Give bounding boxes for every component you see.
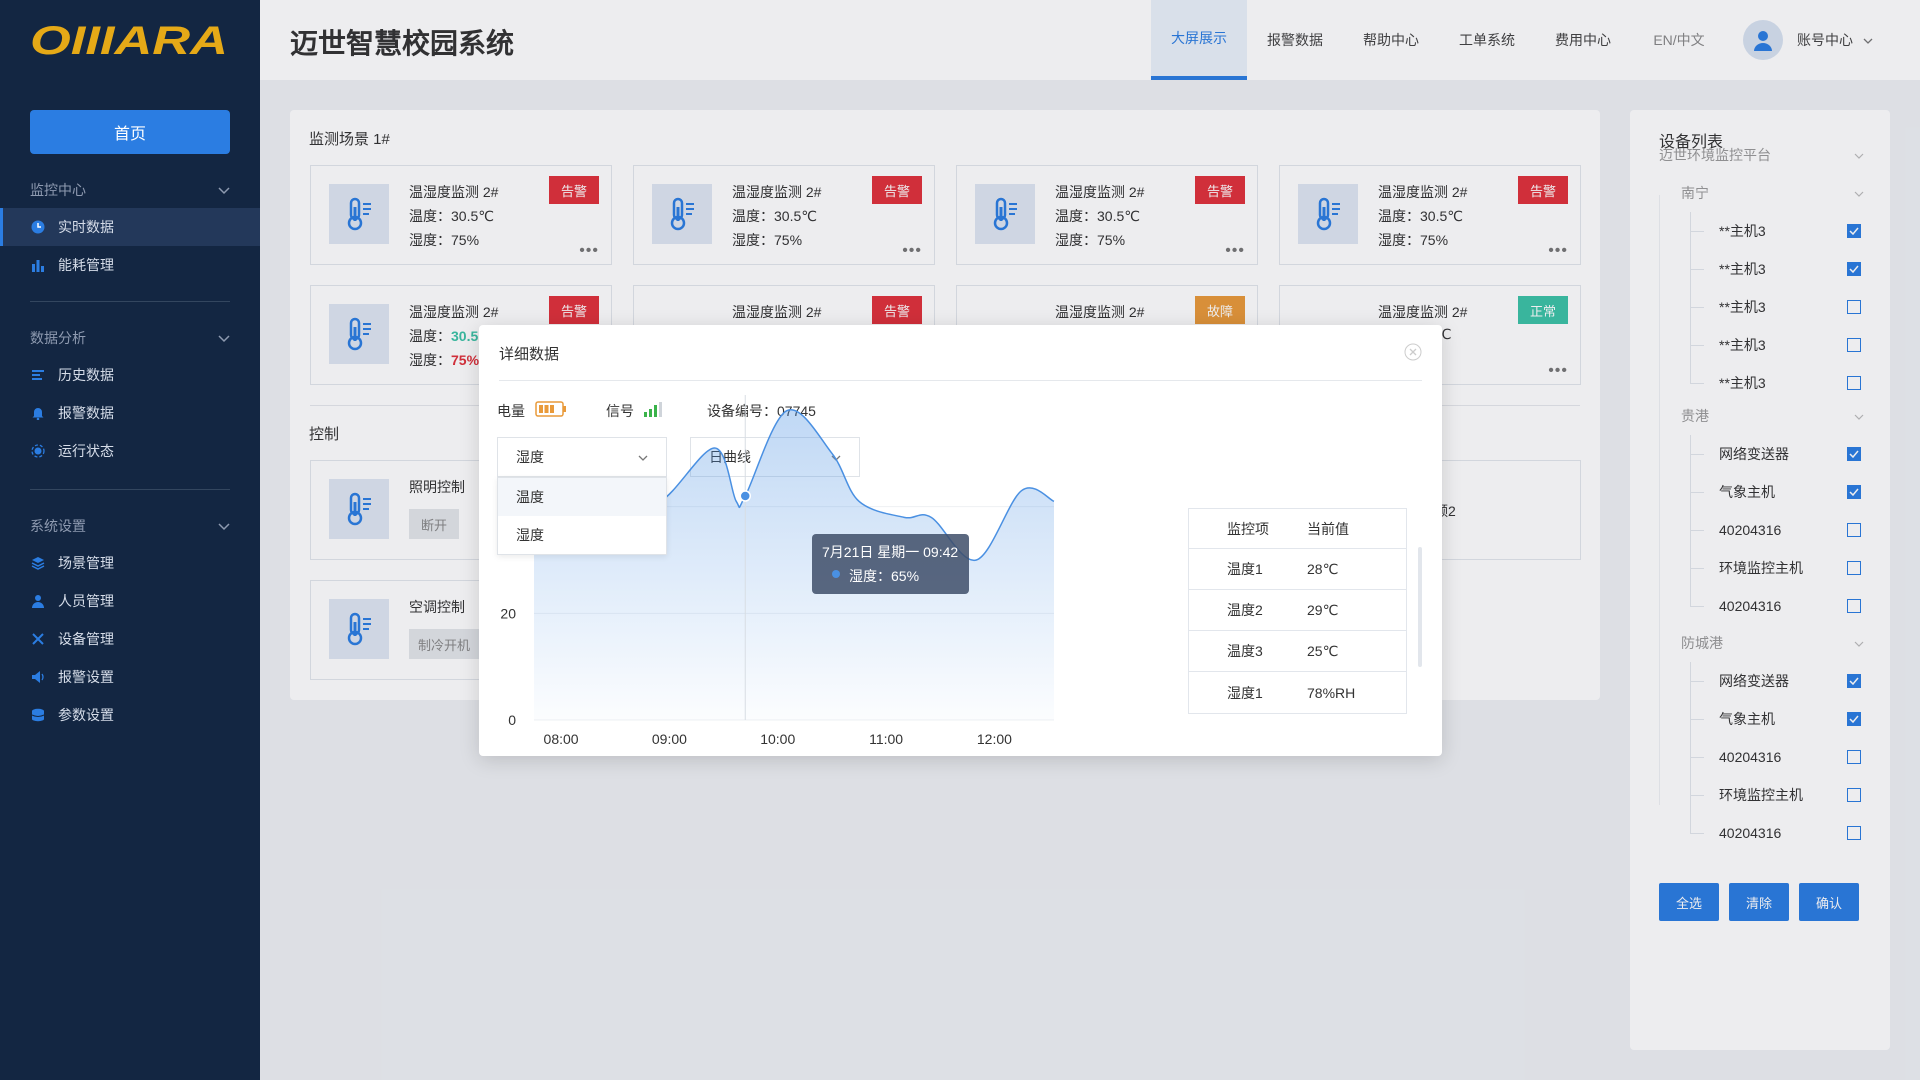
sidebar-item-label: 实时数据: [58, 219, 114, 235]
tools-icon: [30, 631, 46, 647]
nav-group-settings[interactable]: 系统设置: [0, 512, 260, 540]
y-tick-label: 20: [500, 605, 516, 621]
sidebar-item-realtime[interactable]: 实时数据: [0, 208, 260, 246]
chart-tooltip: 7月21日 星期一 09:42 湿度：65%: [812, 534, 969, 594]
divider: [30, 489, 230, 490]
chevron-down-icon: [218, 518, 230, 534]
bell-icon: [30, 405, 46, 421]
x-tick-label: 08:00: [544, 731, 579, 747]
row-item: 温度2: [1227, 602, 1263, 618]
sidebar-item-alarm-settings[interactable]: 报警设置: [0, 658, 260, 696]
row-item: 温度1: [1227, 561, 1263, 577]
row-value: 78%RH: [1307, 684, 1356, 701]
nav-group-label: 监控中心: [30, 182, 86, 198]
nav-group-label: 系统设置: [30, 518, 86, 534]
table-row: 温度2 29℃: [1189, 590, 1406, 631]
history-icon: [30, 367, 46, 383]
table-row: 温度1 28℃: [1189, 549, 1406, 590]
home-button[interactable]: 首页: [30, 110, 230, 154]
nav-group-monitor[interactable]: 监控中心: [0, 176, 260, 204]
sidebar: OIIIARA 首页 监控中心 实时数据 能耗管理 数据分析 历史数据 报警数据…: [0, 0, 260, 1080]
tooltip-time: 7月21日 星期一 09:42: [822, 544, 959, 560]
column-header: 监控项: [1227, 520, 1269, 537]
table-row: 温度3 25℃: [1189, 631, 1406, 672]
row-item: 湿度1: [1227, 684, 1263, 701]
sidebar-item-history[interactable]: 历史数据: [0, 356, 260, 394]
chevron-down-icon: [218, 330, 230, 346]
sidebar-item-label: 场景管理: [58, 555, 114, 571]
sidebar-item-params[interactable]: 参数设置: [0, 696, 260, 734]
row-item: 温度3: [1227, 643, 1263, 659]
sidebar-item-label: 运行状态: [58, 443, 114, 459]
x-tick-label: 11:00: [869, 731, 903, 747]
tooltip-series: 湿度: [849, 568, 877, 584]
hover-point: [739, 490, 751, 502]
series-dot-icon: [832, 570, 840, 578]
sidebar-item-run-status[interactable]: 运行状态: [0, 432, 260, 470]
database-icon: [30, 707, 46, 723]
sidebar-item-alarm-data[interactable]: 报警数据: [0, 394, 260, 432]
detail-modal: 详细数据 电量 信号 设备编号：07745 湿度 日曲线 0204008:000…: [479, 325, 1442, 756]
chevron-down-icon: [218, 182, 230, 198]
x-tick-label: 12:00: [977, 731, 1012, 747]
current-values-table: 监控项 当前值 温度1 28℃ 温度2 29℃ 温度3 25℃ 湿度1 78%R…: [1188, 508, 1407, 714]
speaker-icon: [30, 669, 46, 685]
divider: [30, 301, 230, 302]
sidebar-item-label: 能耗管理: [58, 257, 114, 273]
tooltip-value-row: 湿度：65%: [849, 568, 920, 584]
sidebar-item-label: 报警数据: [58, 405, 114, 421]
svg-text:OIIIARA: OIIIARA: [30, 20, 228, 60]
column-header: 当前值: [1307, 520, 1349, 537]
sidebar-item-users[interactable]: 人员管理: [0, 582, 260, 620]
sidebar-item-scene[interactable]: 场景管理: [0, 544, 260, 582]
sidebar-item-label: 参数设置: [58, 707, 114, 723]
sidebar-item-label: 设备管理: [58, 631, 114, 647]
row-value: 28℃: [1307, 560, 1339, 577]
user-icon: [30, 593, 46, 609]
row-value: 25℃: [1307, 642, 1339, 659]
dropdown-option-humidity[interactable]: 湿度: [498, 516, 666, 554]
metric-dropdown: 温度 湿度: [497, 477, 667, 555]
sidebar-item-devices[interactable]: 设备管理: [0, 620, 260, 658]
brand-logo[interactable]: OIIIARA: [30, 19, 230, 63]
nav-group-analysis[interactable]: 数据分析: [0, 324, 260, 352]
table-scrollbar[interactable]: [1418, 547, 1422, 667]
x-tick-label: 09:00: [652, 731, 687, 747]
x-tick-label: 10:00: [760, 731, 795, 747]
status-icon: [30, 443, 46, 459]
row-value: 29℃: [1307, 601, 1339, 618]
y-tick-label: 0: [508, 712, 516, 728]
table-header: 监控项 当前值: [1189, 509, 1406, 549]
bar-chart-icon: [30, 257, 46, 273]
nav-group-label: 数据分析: [30, 330, 86, 346]
tooltip-value: 65%: [891, 568, 920, 584]
sidebar-item-label: 历史数据: [58, 367, 114, 383]
dropdown-option-temperature[interactable]: 温度: [498, 478, 666, 516]
series-area: [534, 409, 1054, 720]
layers-icon: [30, 555, 46, 571]
clock-icon: [30, 219, 46, 235]
sidebar-item-energy[interactable]: 能耗管理: [0, 246, 260, 284]
sidebar-item-label: 人员管理: [58, 593, 114, 609]
sidebar-item-label: 报警设置: [58, 669, 114, 685]
table-row: 湿度1 78%RH: [1189, 672, 1406, 713]
